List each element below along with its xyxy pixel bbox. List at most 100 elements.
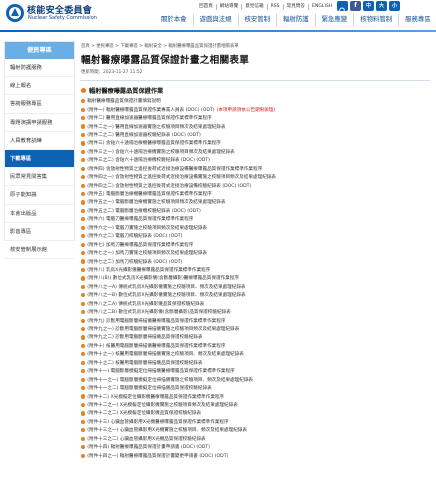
document-link[interactable]: (附件十四之一) 輻射醫療曝露品質保證計畫變更申請書 (DOC) (ODT) [81, 451, 434, 459]
document-link-label[interactable]: (附件八之二B) 數位式乳房X光攝影儀(含斷層攝影)品質保證校驗紀錄表 [87, 309, 231, 315]
nav-regulations[interactable]: 遊戲與法規 [194, 14, 239, 26]
document-link-label[interactable]: (附件十一之二) 電腦斷層模擬定位掃描儀品質保證校驗紀錄表 [87, 385, 212, 391]
nav-radiation-protection[interactable]: 輻射防護 [277, 14, 316, 26]
document-link-label[interactable]: (附件十二之二) X光模擬定位攝影機品質保證校驗紀錄表 [87, 410, 201, 416]
document-link-label[interactable]: (附件八) 乳房X光攝影儀醫療曝露品質保證作業標準作業程序 [87, 267, 210, 273]
document-link[interactable]: (附件十三之二) 心臟血管攝影用X光機品質保證校驗紀錄表 [81, 435, 434, 443]
document-link-label[interactable]: (附件十) 核醫用電腦斷層掃描儀醫療曝露品質保證作業標準作業程序 [87, 343, 225, 349]
sidebar-item-radiation-service[interactable]: 輻射防護服務 [5, 59, 74, 78]
document-link-label[interactable]: (附件四) 含放射性物質之遙控後荷式近接治療設備醫療曝露品質保證作業標準作業程序 [87, 166, 262, 172]
document-link-label[interactable]: (附件十三之二) 心臟血管攝影用X光機品質保證校驗紀錄表 [87, 436, 205, 442]
document-link-label[interactable]: (附件九) 診斷用電腦斷層掃描儀醫療曝露品質保證作業標準作業程序 [87, 318, 225, 324]
document-link[interactable]: (附件六之一) 電腦刀實施之校驗項目頻次及結果處理紀錄表 [81, 224, 434, 232]
document-link[interactable]: (附件六之二) 電腦刀校驗紀錄表 (DOC) (ODT) [81, 232, 434, 240]
document-link[interactable]: (附件五之一) 電腦斷層治療機實施之校驗項目頻次及結果處理紀錄表 [81, 198, 434, 206]
document-link-label[interactable]: (附件十二之一) X光模擬定位攝影機實施之校驗項目頻次及結果處理紀錄表 [87, 402, 238, 408]
sidebar-item-online-registration[interactable]: 線上報名 [5, 77, 74, 96]
nav-nuclear-materials[interactable]: 核物料管制 [354, 14, 400, 26]
sidebar-item-training[interactable]: 人員教育訓練 [5, 132, 74, 150]
util-link-sitemap[interactable]: 網站導覽 [217, 3, 243, 10]
document-link[interactable]: (附件十之一) 核醫用電腦斷層掃描儀實施之校驗項目、頻次及結果處理紀錄表 [81, 350, 434, 358]
document-link[interactable]: (附件四之二) 含放射性物質之遙控後荷式近接治療設備校驗紀錄表 (DOC) (O… [81, 181, 434, 189]
document-link[interactable]: (附件七之二) 加馬刀校驗紀錄表 (DOC) (ODT) [81, 257, 434, 265]
util-link-faq[interactable]: 常見問答 [284, 3, 309, 10]
document-link-label[interactable]: (附件四之一) 含放射性物質之遙控後荷式近接治療設備實施之校驗項目頻次及結果處理… [87, 174, 276, 180]
util-link-mailbox[interactable]: 意見信箱 [242, 3, 268, 10]
document-link-label[interactable]: (附件五) 電腦斷層治療機醫療曝露品質保證作業標準作業程序 [87, 191, 212, 197]
document-link-label[interactable]: 輻射醫療曝露品質保證計畫填寫說明 [87, 98, 161, 104]
document-link-label[interactable]: (附件七之二) 加馬刀校驗紀錄表 (DOC) (ODT) [87, 259, 182, 265]
sidebar-item-lecture[interactable]: 專題演講申請服務 [5, 114, 74, 132]
document-link[interactable]: (附件二之二) 醫用直線加速器校驗紀錄表 (DOC) (ODT) [81, 131, 434, 139]
document-link[interactable]: (附件九之一) 診斷用電腦斷層掃描儀實施之校驗項目頻次及結果處理紀錄表 [81, 325, 434, 333]
sidebar-item-exhibition[interactable]: 核安管制展示館 [5, 241, 74, 260]
document-link-label[interactable]: (附件十二) X光模擬定位攝影機醫療曝露品質保證作業標準作業程序 [87, 394, 224, 400]
nsc-logo-icon[interactable] [5, 3, 25, 23]
sidebar-item-inquiry[interactable]: 答詢服務專區 [5, 95, 74, 114]
document-link-label[interactable]: (附件十一之一) 電腦斷層模擬定位掃描儀實施之校驗項目、頻次及結果處理紀錄表 [87, 377, 253, 383]
document-link-label[interactable]: (附件三之一) 含鈷六十遠隔治療機實施之校驗項目頻次及結果處理紀錄表 [87, 149, 234, 155]
nav-about[interactable]: 關於本會 [155, 14, 194, 26]
util-link-english[interactable]: ENGLISH [309, 4, 335, 10]
document-link[interactable]: (附件四之一) 含放射性物質之遙控後荷式近接治療設備實施之校驗項目頻次及結果處理… [81, 173, 434, 181]
document-link-label[interactable]: (附件一) 輻射醫療曝露品質保證作業專責人員表 (DOC) (ODT) [87, 107, 214, 113]
document-link[interactable]: (附件八之一A) 傳統式乳房X光攝影儀實施之校驗項目、頻次及結果處理紀錄表 [81, 283, 434, 291]
document-link[interactable]: (附件八之一B) 數位式乳房X光攝影儀實施之校驗項目、頻次及結果處理紀錄表 [81, 291, 434, 299]
document-link-label[interactable]: (附件五之一) 電腦斷層治療機實施之校驗項目頻次及結果處理紀錄表 [87, 199, 225, 205]
search-button[interactable] [337, 1, 348, 15]
sidebar-item-faq[interactable]: 民眾常見問答集 [5, 168, 74, 187]
document-link-label[interactable]: (附件五之二) 電腦斷層治療機校驗紀錄表 (DOC) (ODT) [87, 208, 201, 214]
document-link[interactable]: (附件二) 醫用直線加速器醫療曝露品質保證作業標準作業程序 [81, 114, 434, 122]
font-size-small-button[interactable]: 小 [389, 1, 400, 11]
document-link-label[interactable]: (附件十之二) 核醫用電腦斷層掃描儀品質保證校驗紀錄表 [87, 360, 202, 366]
document-link-label[interactable]: (附件八之一B) 數位式乳房X光攝影儀實施之校驗項目、頻次及結果處理紀錄表 [87, 292, 245, 298]
document-link-label[interactable]: (附件三之二) 含鈷六十遠隔治療機校驗紀錄表 (DOC) (ODT) [87, 157, 210, 163]
document-link-label[interactable]: (附件十之一) 核醫用電腦斷層掃描儀實施之校驗項目、頻次及結果處理紀錄表 [87, 351, 244, 357]
document-link-label[interactable]: (附件六之一) 電腦刀實施之校驗項目頻次及結果處理紀錄表 [87, 225, 207, 231]
document-link[interactable]: (附件十二之二) X光模擬定位攝影機品質保證校驗紀錄表 [81, 409, 434, 417]
util-link-rss[interactable]: RSS [268, 3, 284, 10]
document-link[interactable]: (附件十二之一) X光模擬定位攝影機實施之校驗項目頻次及結果處理紀錄表 [81, 401, 434, 409]
document-link-label[interactable]: (附件八之一A) 傳統式乳房X光攝影儀實施之校驗項目、頻次及結果處理紀錄表 [87, 284, 245, 290]
document-link[interactable]: (附件六) 電腦刀醫療曝露品質保證作業標準作業程序 [81, 215, 434, 223]
document-link[interactable]: (附件四) 含放射性物質之遙控後荷式近接治療設備醫療曝露品質保證作業標準作業程序 [81, 165, 434, 173]
document-link-label[interactable]: (附件九之二) 診斷用電腦斷層掃描儀品質保證校驗紀錄表 [87, 334, 202, 340]
font-size-medium-button[interactable]: 中 [363, 1, 374, 11]
document-link-label[interactable]: (附件九之一) 診斷用電腦斷層掃描儀實施之校驗項目頻次及結果處理紀錄表 [87, 326, 239, 332]
document-link[interactable]: (附件五) 電腦斷層治療機醫療曝露品質保證作業標準作業程序 [81, 190, 434, 198]
document-link[interactable]: (附件十之二) 核醫用電腦斷層掃描儀品質保證校驗紀錄表 [81, 359, 434, 367]
document-link[interactable]: (附件九) 診斷用電腦斷層掃描儀醫療曝露品質保證作業標準作業程序 [81, 316, 434, 324]
breadcrumb[interactable]: 首頁 > 便民專區 > 下載專區 > 輻射安全 > 輻射醫療曝露品質保證計畫相關… [80, 41, 434, 49]
document-link-label[interactable]: (附件六) 電腦刀醫療曝露品質保證作業標準作業程序 [87, 216, 193, 222]
facebook-button[interactable]: f [350, 1, 361, 11]
sidebar-item-publications[interactable]: 本會出版品 [5, 205, 74, 223]
document-link-label[interactable]: (附件十三之一) 心臟血管攝影用X光機實施之校驗項目、頻次及結果處理紀錄表 [87, 427, 247, 433]
document-link[interactable]: (附件十一) 電腦斷層模擬定位掃描儀醫療曝露品質保證作業標準作業程序 [81, 367, 434, 375]
document-link[interactable]: (附件十) 核醫用電腦斷層掃描儀醫療曝露品質保證作業標準作業程序 [81, 342, 434, 350]
sidebar-item-knowledge[interactable]: 原子能知識 [5, 186, 74, 205]
document-link-label[interactable]: (附件十四) 輻射醫療曝露品質保證計畫申請書 (DOC) (ODT) [87, 444, 210, 450]
document-link-label[interactable]: (附件十四之一) 輻射醫療曝露品質保證計畫變更申請書 (DOC) (ODT) [87, 453, 228, 459]
document-link[interactable]: (附件五之二) 電腦斷層治療機校驗紀錄表 (DOC) (ODT) [81, 207, 434, 215]
document-link[interactable]: (附件三) 含鈷六十遠隔治療機醫療曝露品質保證作業標準作業程序 [81, 139, 434, 147]
document-link[interactable]: (附件十三之一) 心臟血管攝影用X光機實施之校驗項目、頻次及結果處理紀錄表 [81, 426, 434, 434]
document-link-label[interactable]: (附件十一) 電腦斷層模擬定位掃描儀醫療曝露品質保證作業標準作業程序 [87, 368, 234, 374]
util-link-home[interactable]: 回首頁 [196, 3, 217, 10]
document-link[interactable]: (附件七之一) 加馬刀實施之校驗項目頻次及結果處理紀錄表 [81, 249, 434, 257]
document-link-label[interactable]: (附件三) 含鈷六十遠隔治療機醫療曝露品質保證作業標準作業程序 [87, 140, 221, 146]
document-link[interactable]: (附件三之一) 含鈷六十遠隔治療機實施之校驗項目頻次及結果處理紀錄表 [81, 148, 434, 156]
document-link[interactable]: (附件八) 乳房X光攝影儀醫療曝露品質保證作業標準作業程序 [81, 266, 434, 274]
document-link[interactable]: (附件十一之二) 電腦斷層模擬定位掃描儀品質保證校驗紀錄表 [81, 384, 434, 392]
document-link-label[interactable]: (附件六之二) 電腦刀校驗紀錄表 (DOC) (ODT) [87, 233, 182, 239]
nav-emergency[interactable]: 緊急應變 [316, 14, 355, 26]
document-link[interactable]: 輻射醫療曝露品質保證計畫填寫說明 [81, 97, 434, 105]
font-size-large-button[interactable]: 大 [376, 1, 387, 11]
document-link-label[interactable]: (附件二之二) 醫用直線加速器校驗紀錄表 (DOC) (ODT) [87, 132, 201, 138]
document-link[interactable]: (附件八之二A) 傳統式乳房X光攝影儀品質保證校驗紀錄表 [81, 300, 434, 308]
sidebar-item-download[interactable]: 下載專區 [5, 149, 74, 169]
document-link[interactable]: (附件十三) 心臟血管攝影用X光機醫療曝露品質保證作業標準作業程序 [81, 418, 434, 426]
document-link-label[interactable]: (附件七之一) 加馬刀實施之校驗項目頻次及結果處理紀錄表 [87, 250, 207, 256]
document-link[interactable]: (附件八(B)) 數位式乳房X光攝影儀(含斷層攝影)醫療曝露品質保證作業程序 [81, 274, 434, 282]
document-link-label[interactable]: (附件二之一) 醫用直線加速器實施之校驗項目頻次及結果處理紀錄表 [87, 124, 225, 130]
nav-services[interactable]: 服務專區 [399, 14, 436, 26]
